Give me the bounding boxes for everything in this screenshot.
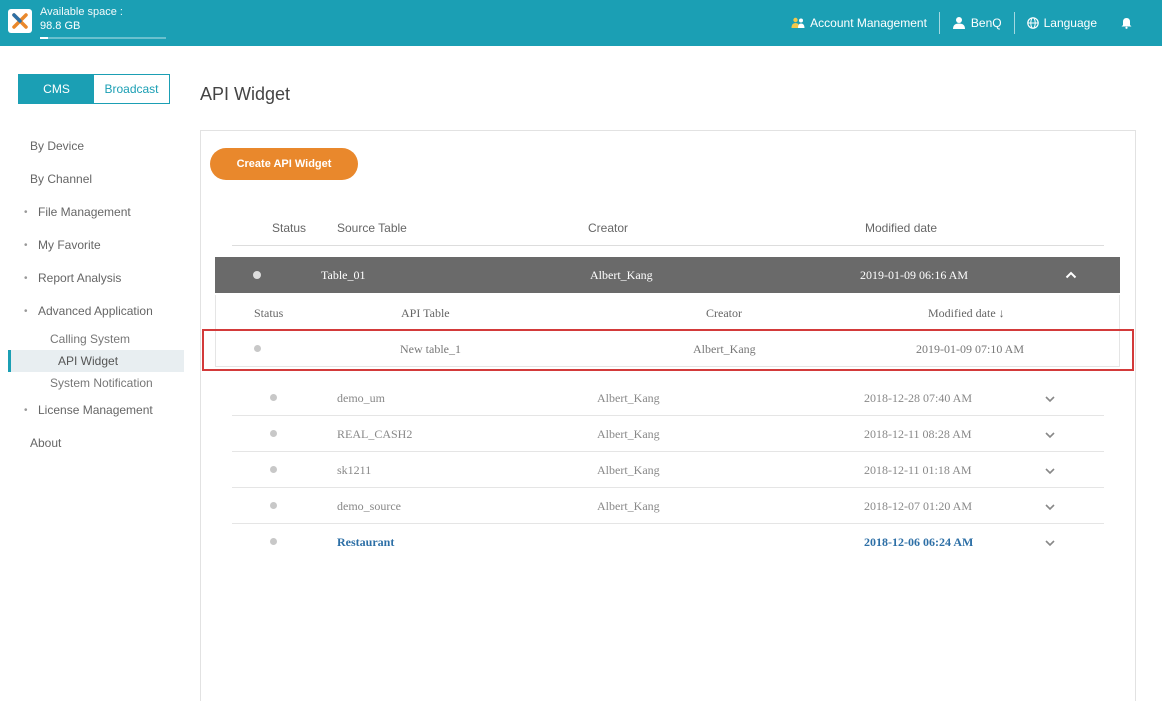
status-dot [270, 430, 277, 437]
row-source-table: demo_um [337, 391, 385, 405]
table-row[interactable]: demo_um Albert_Kang 2018-12-28 07:40 AM [232, 380, 1104, 416]
row-source-table: demo_source [337, 499, 401, 513]
storage-bar [40, 37, 166, 39]
row-creator: Albert_Kang [590, 268, 653, 282]
language-menu[interactable]: Language [1015, 12, 1109, 34]
mode-toggle: CMS Broadcast [18, 74, 170, 104]
user-icon [952, 17, 965, 29]
sidebar-item-license-management[interactable]: License Management [0, 394, 188, 427]
column-header-source-table[interactable]: Source Table [337, 210, 407, 246]
row-modified-date: 2018-12-11 08:28 AM [864, 427, 972, 441]
table-row[interactable]: sk1211 Albert_Kang 2018-12-11 01:18 AM [232, 452, 1104, 488]
top-nav: Account Management BenQ Language [779, 0, 1144, 46]
column-header-creator[interactable]: Creator [588, 210, 628, 246]
language-label: Language [1043, 16, 1097, 30]
create-api-widget-button[interactable]: Create API Widget [210, 148, 358, 180]
highlight-box [202, 329, 1134, 371]
sub-table-header: Status API Table Creator Modified date ↓ [215, 295, 1120, 331]
sidebar-item-by-channel[interactable]: By Channel [0, 163, 188, 196]
sidebar-item-report-analysis[interactable]: Report Analysis [0, 262, 188, 295]
row-source-table: sk1211 [337, 463, 372, 477]
sidebar-subitem-api-widget[interactable]: API Widget [8, 350, 184, 372]
table-row[interactable]: demo_source Albert_Kang 2018-12-07 01:20… [232, 488, 1104, 524]
sidebar-item-file-management[interactable]: File Management [0, 196, 188, 229]
row-creator: Albert_Kang [597, 391, 660, 405]
expanded-row[interactable]: Table_01 Albert_Kang 2019-01-09 06:16 AM [215, 257, 1120, 293]
sidebar-item-my-favorite[interactable]: My Favorite [0, 229, 188, 262]
header-divider [232, 245, 1104, 246]
tab-cms[interactable]: CMS [19, 75, 94, 103]
storage-bar-fill [40, 37, 48, 39]
row-modified-date: 2018-12-07 01:20 AM [864, 499, 972, 513]
status-dot [253, 271, 261, 279]
chevron-down-icon[interactable] [1044, 430, 1056, 440]
table-row[interactable]: Restaurant 2018-12-06 06:24 AM [232, 524, 1104, 560]
sub-column-header-creator[interactable]: Creator [706, 295, 742, 331]
chevron-down-icon[interactable] [1044, 466, 1056, 476]
sub-column-header-modified-date[interactable]: Modified date ↓ [928, 295, 1005, 331]
sidebar-subitem-system-notification[interactable]: System Notification [0, 372, 188, 394]
x-logo-icon [12, 13, 28, 29]
table-row[interactable]: REAL_CASH2 Albert_Kang 2018-12-11 08:28 … [232, 416, 1104, 452]
column-header-status[interactable]: Status [272, 210, 306, 246]
row-modified-date: 2018-12-28 07:40 AM [864, 391, 972, 405]
users-icon [791, 17, 805, 28]
column-header-modified-date[interactable]: Modified date [865, 210, 937, 246]
row-source-table: Table_01 [321, 268, 366, 282]
row-creator: Albert_Kang [597, 427, 660, 441]
row-source-table: REAL_CASH2 [337, 427, 413, 441]
sub-column-header-status: Status [254, 306, 284, 320]
sidebar-item-about[interactable]: About [0, 427, 188, 460]
globe-icon [1026, 17, 1039, 29]
status-dot [270, 538, 277, 545]
row-creator: Albert_Kang [597, 499, 660, 513]
chevron-down-icon[interactable] [1044, 502, 1056, 512]
app-logo[interactable] [8, 9, 32, 33]
account-management-label: Account Management [810, 16, 927, 30]
row-modified-date: 2018-12-06 06:24 AM [864, 535, 974, 549]
row-source-table: Restaurant [337, 535, 395, 549]
sidebar-nav: By Device By Channel File Management My … [0, 130, 188, 460]
top-bar: Available space : 98.8 GB Account Manage… [0, 0, 1162, 46]
status-dot [270, 466, 277, 473]
account-management-link[interactable]: Account Management [779, 12, 939, 34]
user-name: BenQ [970, 16, 1002, 30]
notification-button[interactable] [1109, 12, 1144, 34]
bell-icon [1121, 18, 1132, 29]
sidebar-item-by-device[interactable]: By Device [0, 130, 188, 163]
tab-broadcast[interactable]: Broadcast [94, 75, 169, 103]
status-dot [270, 394, 277, 401]
sidebar: CMS Broadcast By Device By Channel File … [0, 46, 188, 701]
chevron-down-icon[interactable] [1044, 538, 1056, 548]
page-title: API Widget [200, 84, 291, 104]
storage-value: 98.8 GB [40, 20, 81, 32]
chevron-down-icon[interactable] [1044, 394, 1056, 404]
status-dot [270, 502, 277, 509]
sidebar-item-advanced-application[interactable]: Advanced Application [0, 295, 188, 328]
row-modified-date: 2018-12-11 01:18 AM [864, 463, 972, 477]
sidebar-subitem-calling-system[interactable]: Calling System [0, 328, 188, 350]
sub-column-header-api-table[interactable]: API Table [401, 295, 450, 331]
storage-indicator: Available space : 98.8 GB [40, 5, 168, 39]
storage-label: Available space : [40, 6, 123, 18]
row-modified-date: 2019-01-09 06:16 AM [860, 268, 968, 282]
user-menu[interactable]: BenQ [940, 12, 1014, 34]
row-creator: Albert_Kang [597, 463, 660, 477]
chevron-up-icon[interactable] [1065, 270, 1077, 280]
